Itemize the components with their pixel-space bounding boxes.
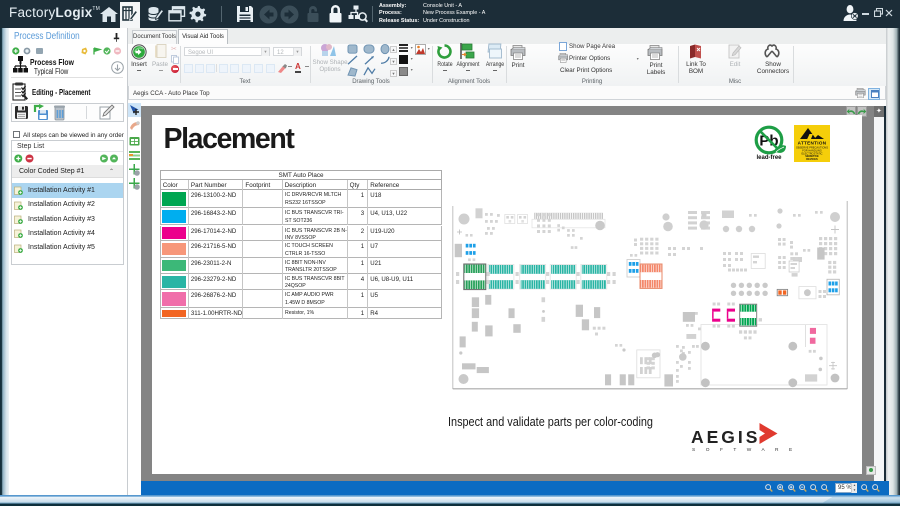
svg-text:DEVICES: DEVICES (806, 157, 818, 161)
svg-text:lead-free: lead-free (756, 155, 782, 161)
svg-text:ATTENTION: ATTENTION (798, 141, 827, 146)
